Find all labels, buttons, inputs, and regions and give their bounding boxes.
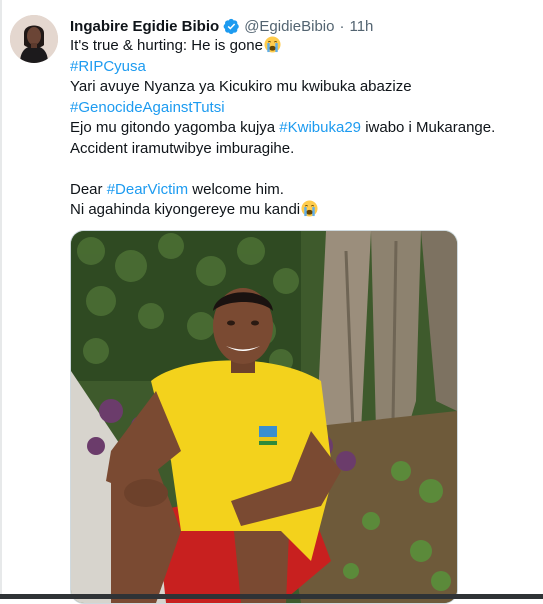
tweet-text-segment: welcome him. [188, 180, 284, 198]
tweet-text-segment: Yari avuye Nyanza ya Kicukiro mu kwibuka… [70, 78, 412, 95]
tweet-line-1: It's true & hurting: He is gone [70, 36, 530, 57]
avatar[interactable] [10, 15, 58, 63]
tweet-text-segment: Dear [70, 180, 107, 198]
bottom-bar [0, 594, 543, 599]
hashtag-link[interactable]: #GenocideAgainstTutsi [70, 99, 225, 116]
left-divider [0, 0, 2, 599]
verified-badge-icon[interactable] [223, 18, 240, 35]
tweet-line-3: Yari avuye Nyanza ya Kicukiro mu kwibuka… [70, 77, 530, 98]
header-separator: · [339, 17, 345, 35]
tweet-text-segment: Ejo mu gitondo yagomba kujya [70, 119, 280, 136]
tweet-text-segment: iwabo i Mukarange. [361, 119, 496, 136]
avatar-photo-icon [10, 15, 58, 63]
author-handle[interactable]: @EgidieBibio [244, 18, 334, 35]
hashtag-link[interactable]: #DearVictim [107, 181, 188, 198]
tweet-line-2: #RIPCyusa [70, 57, 530, 78]
tweet-text-segment: It's true & hurting: He is gone [70, 37, 263, 54]
crying-face-icon [264, 36, 281, 53]
tweet-timestamp[interactable]: 11h [349, 18, 373, 35]
man-yellow-shirt-photo-icon [71, 231, 457, 603]
tweet-photo[interactable] [70, 230, 458, 604]
tweet-line-4: #GenocideAgainstTutsi [70, 98, 530, 119]
tweet-text-segment: Ni agahinda kiyongereye mu kandi [70, 201, 301, 218]
tweet-text-segment: Accident iramutwibye imburagihe. [70, 139, 295, 157]
tweet-line-6: Accident iramutwibye imburagihe. [70, 139, 530, 160]
tweet-line-5: Ejo mu gitondo yagomba kujya #Kwibuka29 … [70, 118, 530, 139]
author-display-name[interactable]: Ingabire Egidie Bibio [70, 18, 219, 35]
tweet-text: It's true & hurting: He is gone #RIPCyus… [70, 36, 530, 221]
tweet-line-8: Ni agahinda kiyongereye mu kandi [70, 200, 530, 221]
crying-face-icon [301, 200, 318, 217]
tweet-line-7: Dear #DearVictim welcome him. [70, 180, 530, 201]
tweet-header: Ingabire Egidie Bibio @EgidieBibio · 11h [70, 16, 373, 36]
hashtag-link[interactable]: #RIPCyusa [70, 58, 146, 75]
hashtag-link[interactable]: #Kwibuka29 [279, 119, 361, 136]
